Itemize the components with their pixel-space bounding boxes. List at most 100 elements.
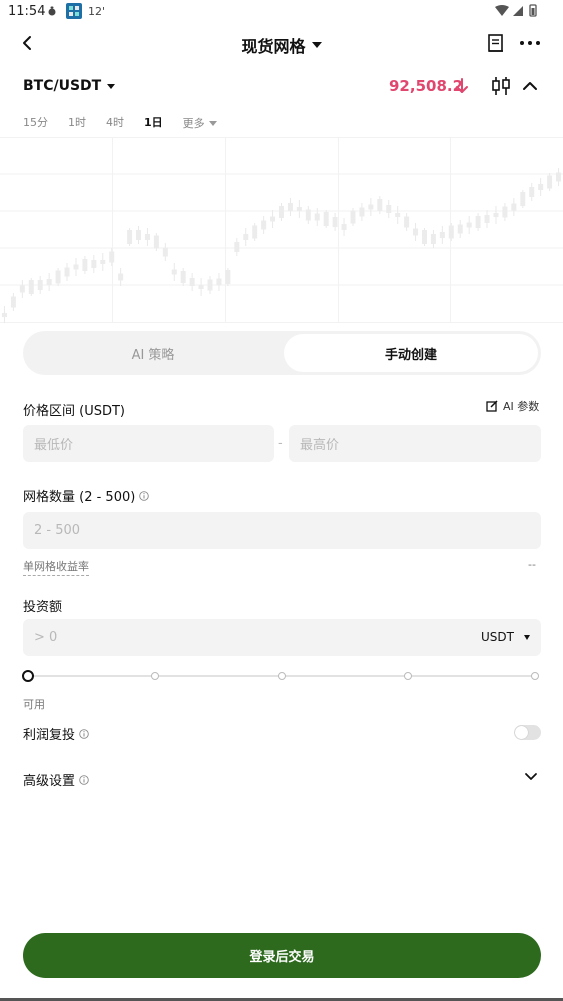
investment-unit: USDT (481, 630, 514, 644)
candle-body (439, 232, 445, 238)
slider-step-50[interactable] (278, 672, 286, 680)
strategy-type-selector[interactable]: 现货网格 (241, 33, 322, 57)
range-separator: - (278, 436, 283, 451)
wifi-icon (495, 5, 509, 16)
advanced-expand-button[interactable] (523, 769, 539, 785)
pair-symbol: BTC/USDT (23, 78, 102, 94)
toggle-knob (515, 726, 528, 739)
candle-body (511, 203, 517, 211)
per-grid-yield-label[interactable]: 单网格收益率 (23, 558, 89, 576)
candle-body (296, 207, 302, 211)
candle-body (28, 280, 34, 294)
reinvest-toggle[interactable] (514, 725, 541, 740)
caret-down-icon (208, 120, 217, 126)
slider-step-75[interactable] (404, 672, 412, 680)
candle-body (127, 230, 133, 244)
candle-body (64, 267, 70, 277)
candle-body (421, 230, 427, 244)
available-label: 可用 (23, 698, 45, 711)
info-icon[interactable] (139, 490, 150, 501)
candle-body (225, 270, 231, 284)
interval-1h[interactable]: 1时 (68, 114, 86, 132)
more-horizontal-icon (520, 41, 540, 45)
slider-handle[interactable] (22, 670, 34, 682)
candle-body (234, 242, 240, 252)
candle-body (457, 224, 463, 234)
candle-body (136, 230, 142, 240)
candle-body (538, 184, 544, 190)
candle-body (91, 260, 97, 268)
temperature: 12' (88, 5, 106, 18)
candle-body (466, 222, 472, 228)
status-bar: 11:54 12' (0, 0, 563, 24)
candle-body (37, 280, 43, 290)
interval-tabs: 15分 1时 4时 1日 更多 (23, 114, 237, 132)
login-to-trade-button[interactable]: 登录后交易 (23, 933, 541, 978)
candle-body (1, 313, 7, 317)
investment-unit-selector[interactable]: USDT (481, 630, 530, 644)
kline-chart-svg (0, 137, 563, 324)
reinvest-label: 利润复投 (23, 728, 76, 743)
candle-body (484, 215, 490, 223)
max-price-input[interactable]: 最高价 (289, 425, 541, 462)
min-price-input[interactable]: 最低价 (23, 425, 274, 462)
interval-15m[interactable]: 15分 (23, 114, 48, 132)
candle-body (55, 270, 61, 284)
candle-body (332, 217, 338, 227)
candle-body (162, 247, 168, 257)
interval-more-label: 更多 (182, 117, 205, 130)
tab-ai-strategy[interactable]: AI 策略 (26, 334, 280, 372)
investment-slider[interactable] (22, 669, 542, 683)
pair-row: BTC/USDT 92,508.2 (0, 74, 563, 100)
edit-icon (486, 400, 498, 412)
candle-body (189, 278, 195, 286)
price-down-arrow-icon (454, 76, 470, 96)
candle-body (475, 216, 481, 228)
pair-selector[interactable]: BTC/USDT (23, 78, 116, 94)
candle-body (520, 192, 526, 206)
caret-down-icon (107, 83, 116, 89)
slider-step-25[interactable] (151, 672, 159, 680)
candle-body (341, 224, 347, 230)
header: 现货网格 (0, 28, 563, 60)
candlestick-chart-button[interactable] (490, 75, 512, 97)
advanced-settings-row[interactable]: 高级设置 (23, 770, 89, 789)
signal-icon (513, 6, 523, 16)
caret-down-icon (311, 42, 322, 48)
status-time: 11:54 (8, 4, 46, 19)
ai-param-button[interactable]: AI 参数 (486, 398, 539, 414)
document-icon (488, 34, 503, 52)
candle-body (395, 213, 401, 217)
info-icon[interactable] (79, 774, 89, 785)
chevron-down-icon (525, 773, 537, 780)
collapse-chart-button[interactable] (520, 76, 540, 96)
candle-body (118, 273, 124, 281)
candle-body (207, 279, 213, 291)
tab-manual-create[interactable]: 手动创建 (284, 334, 538, 372)
more-button[interactable] (518, 32, 542, 54)
page-title-wrapper: 现货网格 (0, 33, 563, 57)
candle-body (368, 204, 374, 210)
candle-body (180, 271, 186, 283)
status-indicators (495, 4, 541, 21)
kline-chart[interactable] (0, 137, 563, 324)
candle-body (82, 259, 88, 271)
grid-count-label-row: 网格数量 (2 - 500) (23, 486, 150, 505)
price-range-label: 价格区间 (USDT) (23, 404, 125, 419)
document-button[interactable] (486, 32, 506, 54)
page-title: 现货网格 (241, 37, 306, 56)
candle-body (305, 209, 311, 221)
candle-body (430, 234, 436, 244)
candle-body (270, 216, 276, 222)
grid-count-input[interactable]: 2 - 500 (23, 512, 541, 549)
info-icon[interactable] (79, 728, 89, 739)
interval-more[interactable]: 更多 (183, 114, 217, 132)
candle-body (493, 213, 499, 217)
advanced-settings-label: 高级设置 (23, 774, 76, 789)
candle-body (144, 234, 150, 240)
interval-4h[interactable]: 4时 (106, 114, 124, 132)
slider-step-100[interactable] (531, 672, 539, 680)
interval-1d[interactable]: 1日 (144, 114, 163, 132)
investment-input[interactable]: > 0 (23, 619, 541, 656)
caret-down-icon (523, 634, 530, 640)
